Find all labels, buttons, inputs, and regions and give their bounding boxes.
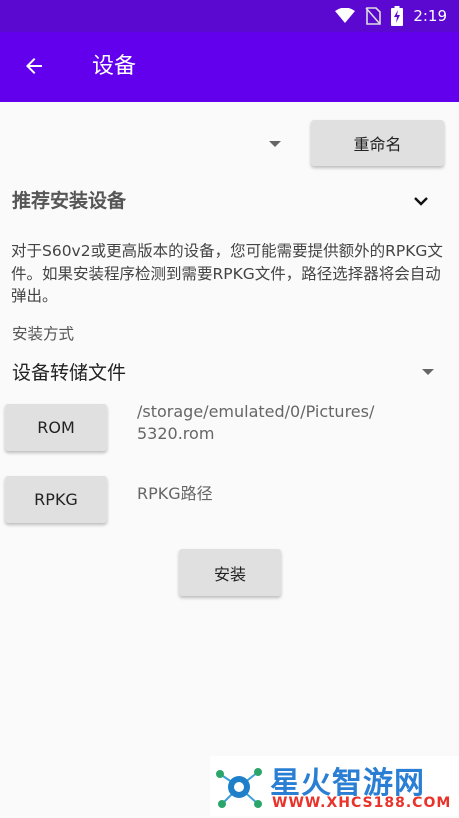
rom-path: /storage/emulated/0/Pictures/ 5320.rom (137, 402, 375, 443)
install-method-label: 安装方式 (12, 325, 75, 343)
arrow-left-icon (22, 54, 46, 82)
watermark-url: WWW.XHCS188.COM (272, 795, 452, 811)
install-button[interactable]: 安装 (179, 549, 281, 596)
no-sim-icon (365, 7, 382, 25)
watermark: 星火智游网 WWW.XHCS188.COM (210, 756, 459, 816)
back-button[interactable] (18, 52, 50, 84)
recommended-devices-title: 推荐安装设备 (12, 190, 127, 212)
chevron-down-icon[interactable] (410, 190, 432, 212)
rename-button[interactable]: 重命名 (311, 120, 444, 166)
status-bar: 2:19 (0, 0, 459, 32)
app-bar: 设备 (0, 32, 459, 102)
install-method-select[interactable]: 设备转储文件 (12, 358, 126, 385)
rpkg-path: RPKG路径 (137, 484, 213, 503)
wifi-icon (335, 8, 356, 24)
rom-button[interactable]: ROM (5, 404, 107, 451)
install-method-arrow-icon[interactable] (422, 369, 434, 375)
recommended-description: 对于S60v2或更高版本的设备，您可能需要提供额外的RPKG文件。如果安装程序检… (11, 242, 443, 305)
status-time: 2:19 (413, 7, 447, 25)
device-spinner-arrow-icon[interactable] (269, 141, 281, 147)
watermark-logo-icon (212, 760, 266, 818)
battery-charging-icon (391, 6, 404, 26)
page-title: 设备 (92, 54, 137, 79)
rpkg-button[interactable]: RPKG (5, 476, 107, 523)
